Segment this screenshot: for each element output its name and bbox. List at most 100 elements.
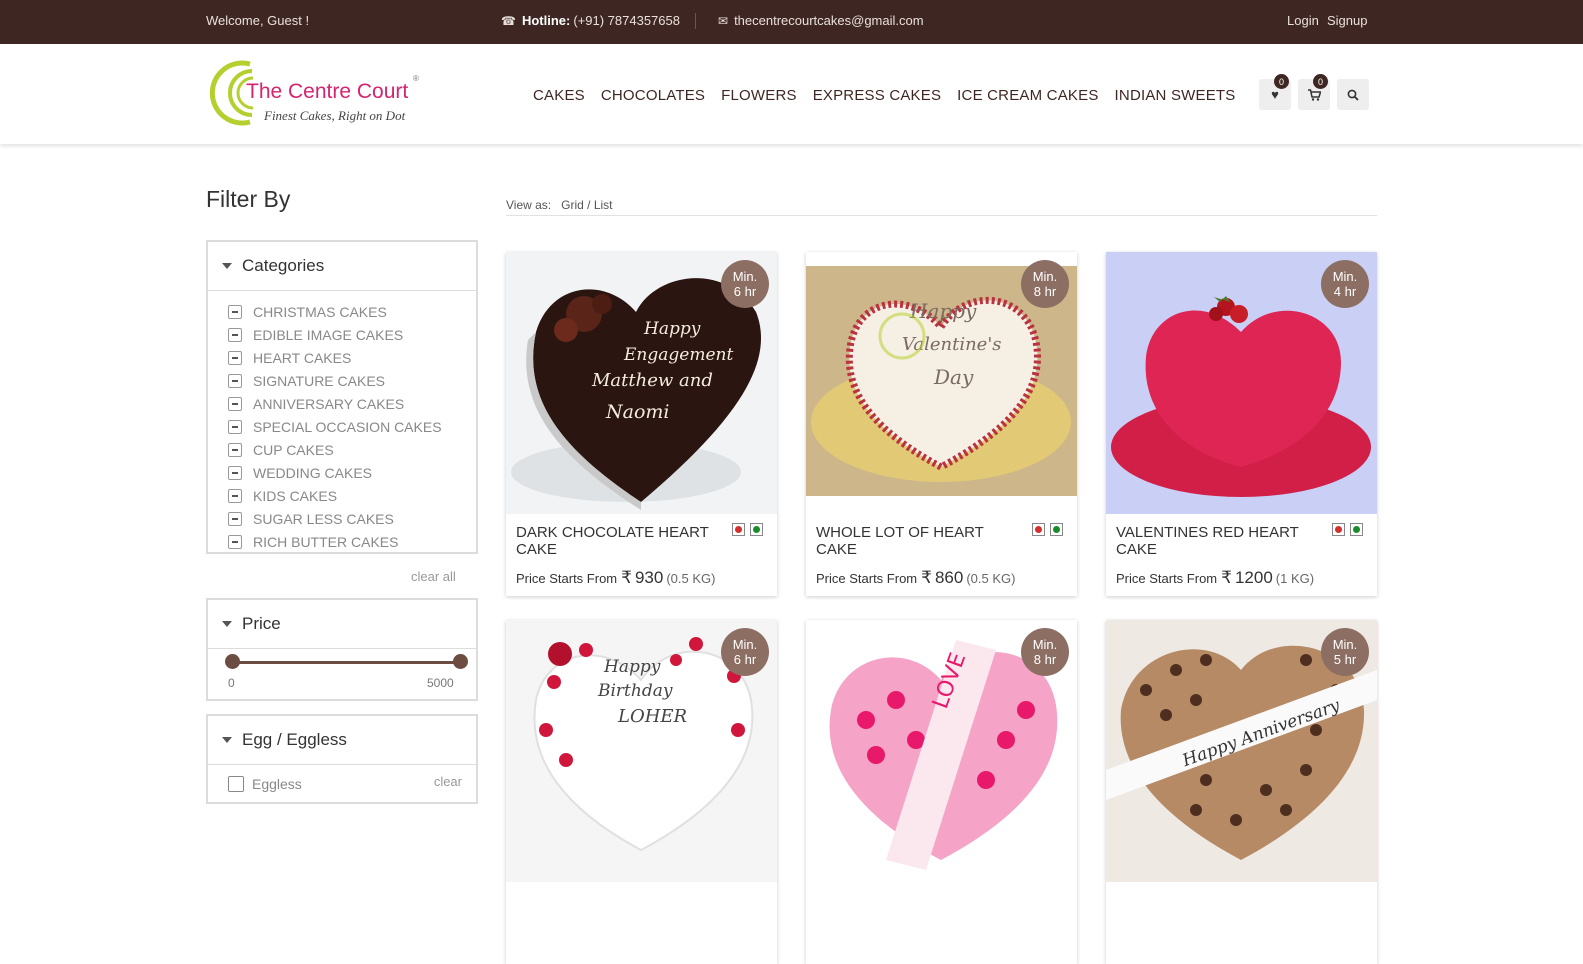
min-time-badge: Min. 6 hr [721,628,769,676]
category-label: SIGNATURE CAKES [253,372,385,389]
email-link[interactable]: thecentrecourtcakes@gmail.com [734,13,924,28]
min-time-badge: Min. 4 hr [1321,260,1369,308]
nav-flowers[interactable]: FLOWERS [721,87,797,104]
price-label: Price Starts From [816,571,918,586]
product-card[interactable]: Min. 4 hr VALENTINES RED HEART CAKE Price… [1106,252,1377,596]
category-item[interactable]: CUP CAKES [228,438,476,461]
product-name[interactable]: DARK CHOCOLATE HEART CAKE [516,524,716,558]
cart-icon [1307,88,1321,101]
nav-ice-cream-cakes[interactable]: ICE CREAM CAKES [957,87,1098,104]
min-hours: 5 hr [1333,652,1357,667]
nav-express-cakes[interactable]: EXPRESS CAKES [813,87,941,104]
svg-text:Engagement: Engagement [623,345,733,365]
slider-max-handle[interactable] [453,654,468,669]
category-label: CHRISTMAS CAKES [253,303,387,320]
main-nav: CAKES CHOCOLATES FLOWERS EXPRESS CAKES I… [533,87,1236,104]
price-label: Price Starts From [516,571,618,586]
min-label: Min. [1032,637,1058,652]
product-card[interactable]: Happy Engagement Matthew and Naomi Min. 6… [506,252,777,596]
minus-icon[interactable] [228,442,242,457]
price-slider: 0 5000 [208,649,476,699]
min-time-badge: Min. 8 hr [1021,628,1069,676]
min-hours: 8 hr [1033,652,1057,667]
egg-option: Eggless clear [208,765,476,805]
category-item[interactable]: ANNIVERSARY CAKES [228,392,476,415]
price-weight: (1 KG) [1275,571,1315,586]
grid-list-toggle[interactable]: Grid / List [561,198,612,212]
nav-indian-sweets[interactable]: INDIAN SWEETS [1115,87,1236,104]
price-amount: 930 [634,568,664,587]
egg-heading: Egg / Eggless [242,730,347,749]
minus-icon[interactable] [228,327,242,342]
category-item[interactable]: HEART CAKES [228,346,476,369]
svg-text:Happy: Happy [603,657,661,677]
rupee-icon: ₹ [921,568,932,587]
cart-button[interactable]: 0 [1298,74,1330,110]
veg-indicators [1332,523,1363,536]
view-as-label: View as: [506,198,552,212]
search-icon [1347,89,1359,101]
hotline-number[interactable]: (+91) 7874357658 [573,13,680,28]
price-amount: 860 [934,568,964,587]
category-item[interactable]: SPECIAL OCCASION CAKES [228,415,476,438]
category-item[interactable]: WEDDING CAKES [228,461,476,484]
svg-text:Naomi: Naomi [605,401,670,423]
wishlist-button[interactable]: ♥ 0 [1259,74,1291,110]
minus-icon[interactable] [228,350,242,365]
slider-track [232,661,460,664]
top-bar: Welcome, Guest ! ☎ Hotline: (+91) 78743576… [0,0,1583,44]
product-card[interactable]: Happy Valentine's Day Min. 8 hr WHOLE LOT… [806,252,1077,596]
minus-icon[interactable] [228,373,242,388]
minus-icon[interactable] [228,465,242,480]
category-label: KIDS CAKES [253,487,338,504]
price-panel: Price 0 5000 [206,598,478,701]
min-hours: 6 hr [733,284,757,299]
clear-all-link[interactable]: clear all [411,569,456,584]
min-hours: 6 hr [733,652,757,667]
price-header[interactable]: Price [208,600,476,649]
min-time-badge: Min. 5 hr [1321,628,1369,676]
slider-min-handle[interactable] [225,654,240,669]
email: ✉ thecentrecourtcakes@gmail.com [718,13,924,28]
product-price: Price Starts From ₹860 (0.5 KG) [816,568,1015,588]
product-name[interactable]: VALENTINES RED HEART CAKE [1116,524,1316,558]
egg-indicator-icon [732,523,745,536]
category-item[interactable]: SIGNATURE CAKES [228,369,476,392]
minus-icon[interactable] [228,488,242,503]
hotline: ☎ Hotline: (+91) 7874357658 [501,13,680,28]
minus-icon[interactable] [228,396,242,411]
categories-heading: Categories [242,256,325,275]
egg-header[interactable]: Egg / Eggless [208,716,476,765]
caret-down-icon [222,621,232,627]
site-logo[interactable]: The Centre Court ® Finest Cakes, Right o… [206,58,426,128]
category-item[interactable]: KIDS CAKES [228,484,476,507]
nav-chocolates[interactable]: CHOCOLATES [601,87,705,104]
phone-icon: ☎ [501,14,516,28]
signup-link[interactable]: Signup [1327,13,1367,28]
egg-clear-link[interactable]: clear [434,774,462,789]
category-item[interactable]: EDIBLE IMAGE CAKES [228,323,476,346]
min-hours: 4 hr [1333,284,1357,299]
nav-cakes[interactable]: CAKES [533,87,585,104]
minus-icon[interactable] [228,419,242,434]
category-item[interactable]: CHRISTMAS CAKES [228,300,476,323]
search-button[interactable] [1337,79,1369,110]
product-card[interactable]: LOVE Min. 8 hr [806,620,1077,964]
minus-icon[interactable] [228,304,242,319]
product-price: Price Starts From ₹930 (0.5 KG) [516,568,715,588]
product-name[interactable]: WHOLE LOT OF HEART CAKE [816,524,1016,558]
eggless-indicator-icon [1050,523,1063,536]
categories-header[interactable]: Categories [208,242,476,291]
min-label: Min. [732,637,758,652]
category-item[interactable]: RICH BUTTER CAKES [228,530,476,552]
minus-icon[interactable] [228,511,242,526]
eggless-indicator-icon [750,523,763,536]
product-card[interactable]: Happy Birthday LOHER Min. 6 hr [506,620,777,964]
minus-icon[interactable] [228,534,242,549]
eggless-checkbox[interactable] [228,776,244,792]
categories-panel: Categories CHRISTMAS CAKES EDIBLE IMAGE … [206,240,478,554]
login-link[interactable]: Login [1287,13,1319,28]
product-card[interactable]: Happy Anniversary Min. 5 hr [1106,620,1377,964]
category-item[interactable]: SUGAR LESS CAKES [228,507,476,530]
category-label: CUP CAKES [253,441,334,458]
